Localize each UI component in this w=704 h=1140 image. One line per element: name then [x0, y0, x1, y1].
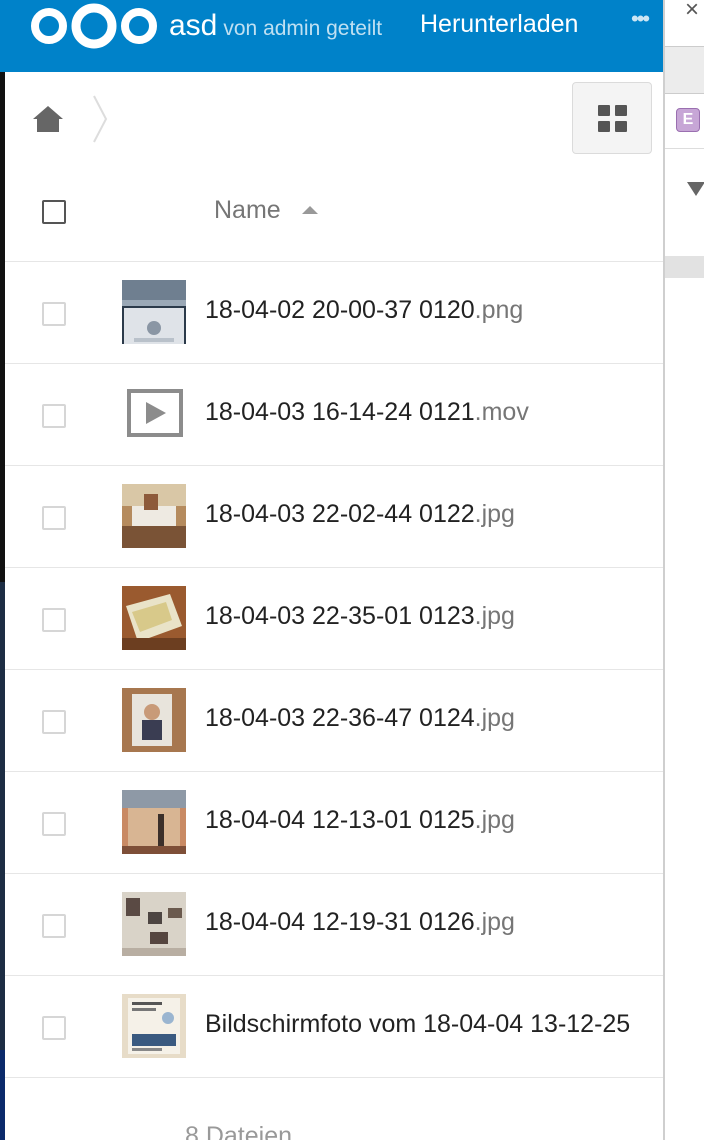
file-select-checkbox[interactable]: [42, 506, 66, 530]
file-name[interactable]: 18-04-02 20-00-37 0120.png: [205, 296, 523, 325]
dropdown-triangle-icon[interactable]: [687, 182, 704, 196]
file-name-base: Bildschirmfoto vom 18-04-04 13-12-25: [205, 1010, 631, 1038]
extension-badge-icon[interactable]: E: [676, 108, 700, 132]
file-select-checkbox[interactable]: [42, 302, 66, 326]
file-row[interactable]: 18-04-03 22-36-47 0124.jpg: [5, 670, 663, 772]
file-select-checkbox[interactable]: [42, 812, 66, 836]
file-select-checkbox[interactable]: [42, 1016, 66, 1040]
breadcrumb: [5, 72, 663, 166]
header: asd von admin geteilt Herunterladen •••: [5, 0, 663, 72]
file-thumbnail[interactable]: [122, 484, 186, 548]
grid-view-toggle-button[interactable]: [572, 82, 652, 154]
file-extension: .jpg: [474, 908, 515, 936]
file-name[interactable]: 18-04-03 16-14-24 0121.mov: [205, 398, 529, 427]
file-name-base: 18-04-03 22-36-47 0124: [205, 704, 475, 732]
file-list: 18-04-02 20-00-37 0120.png 18-04-03 16-14…: [5, 262, 663, 1078]
file-row[interactable]: 18-04-03 16-14-24 0121.mov: [5, 364, 663, 466]
close-icon[interactable]: ×: [685, 0, 699, 24]
select-all-checkbox[interactable]: [42, 200, 66, 224]
file-select-checkbox[interactable]: [42, 710, 66, 734]
file-thumbnail[interactable]: [122, 280, 186, 344]
file-name[interactable]: 18-04-04 12-13-01 0125.jpg: [205, 806, 515, 835]
file-row[interactable]: 18-04-02 20-00-37 0120.png: [5, 262, 663, 364]
file-name[interactable]: 18-04-03 22-02-44 0122.jpg: [205, 500, 515, 529]
background-window: × E: [663, 0, 704, 1140]
grid-view-icon: [598, 105, 627, 132]
file-extension: .png: [474, 296, 524, 324]
file-select-checkbox[interactable]: [42, 404, 66, 428]
file-name-base: 18-04-04 12-19-31 0126: [205, 908, 475, 936]
download-button[interactable]: Herunterladen: [420, 6, 578, 42]
file-name[interactable]: 18-04-04 12-19-31 0126.jpg: [205, 908, 515, 937]
share-name: asd: [169, 9, 218, 42]
file-name-base: 18-04-03 22-35-01 0123: [205, 602, 475, 630]
file-name-base: 18-04-03 16-14-24 0121: [205, 398, 475, 426]
file-select-checkbox[interactable]: [42, 608, 66, 632]
file-name-base: 18-04-03 22-02-44 0122: [205, 500, 475, 528]
file-thumbnail[interactable]: [122, 892, 186, 956]
file-thumbnail[interactable]: [122, 790, 186, 854]
public-share-page: asd von admin geteilt Herunterladen ••• N…: [5, 0, 663, 1140]
file-name-base: 18-04-02 20-00-37 0120: [205, 296, 475, 324]
home-icon[interactable]: [32, 104, 64, 134]
file-thumbnail[interactable]: [122, 688, 186, 752]
file-extension: .jpg: [474, 806, 515, 834]
file-extension: .jpg: [474, 500, 515, 528]
file-row[interactable]: Bildschirmfoto vom 18-04-04 13-12-25: [5, 976, 663, 1078]
file-extension: .jpg: [474, 704, 515, 732]
video-file-icon[interactable]: [122, 382, 186, 446]
file-row[interactable]: 18-04-03 22-35-01 0123.jpg: [5, 568, 663, 670]
file-count-summary: 8 Dateien: [185, 1122, 293, 1140]
file-thumbnail[interactable]: [122, 994, 186, 1058]
file-name-base: 18-04-04 12-13-01 0125: [205, 806, 475, 834]
file-row[interactable]: 18-04-04 12-19-31 0126.jpg: [5, 874, 663, 976]
file-extension: .mov: [474, 398, 529, 426]
file-thumbnail[interactable]: [122, 586, 186, 650]
column-header-name[interactable]: Name: [214, 196, 281, 225]
file-row[interactable]: 18-04-03 22-02-44 0122.jpg: [5, 466, 663, 568]
file-select-checkbox[interactable]: [42, 914, 66, 938]
share-title: asd von admin geteilt: [169, 8, 382, 47]
file-name[interactable]: 18-04-03 22-35-01 0123.jpg: [205, 602, 515, 631]
file-list-header: Name: [5, 166, 663, 262]
more-menu-icon[interactable]: •••: [631, 6, 650, 32]
sort-ascending-icon[interactable]: [302, 206, 318, 214]
file-row[interactable]: 18-04-04 12-13-01 0125.jpg: [5, 772, 663, 874]
nextcloud-logo-icon: [31, 3, 157, 49]
file-name[interactable]: 18-04-03 22-36-47 0124.jpg: [205, 704, 515, 733]
breadcrumb-separator-icon: [93, 95, 108, 143]
share-owner: von admin geteilt: [223, 17, 383, 40]
file-extension: .jpg: [474, 602, 515, 630]
file-name[interactable]: Bildschirmfoto vom 18-04-04 13-12-25: [205, 1010, 630, 1039]
